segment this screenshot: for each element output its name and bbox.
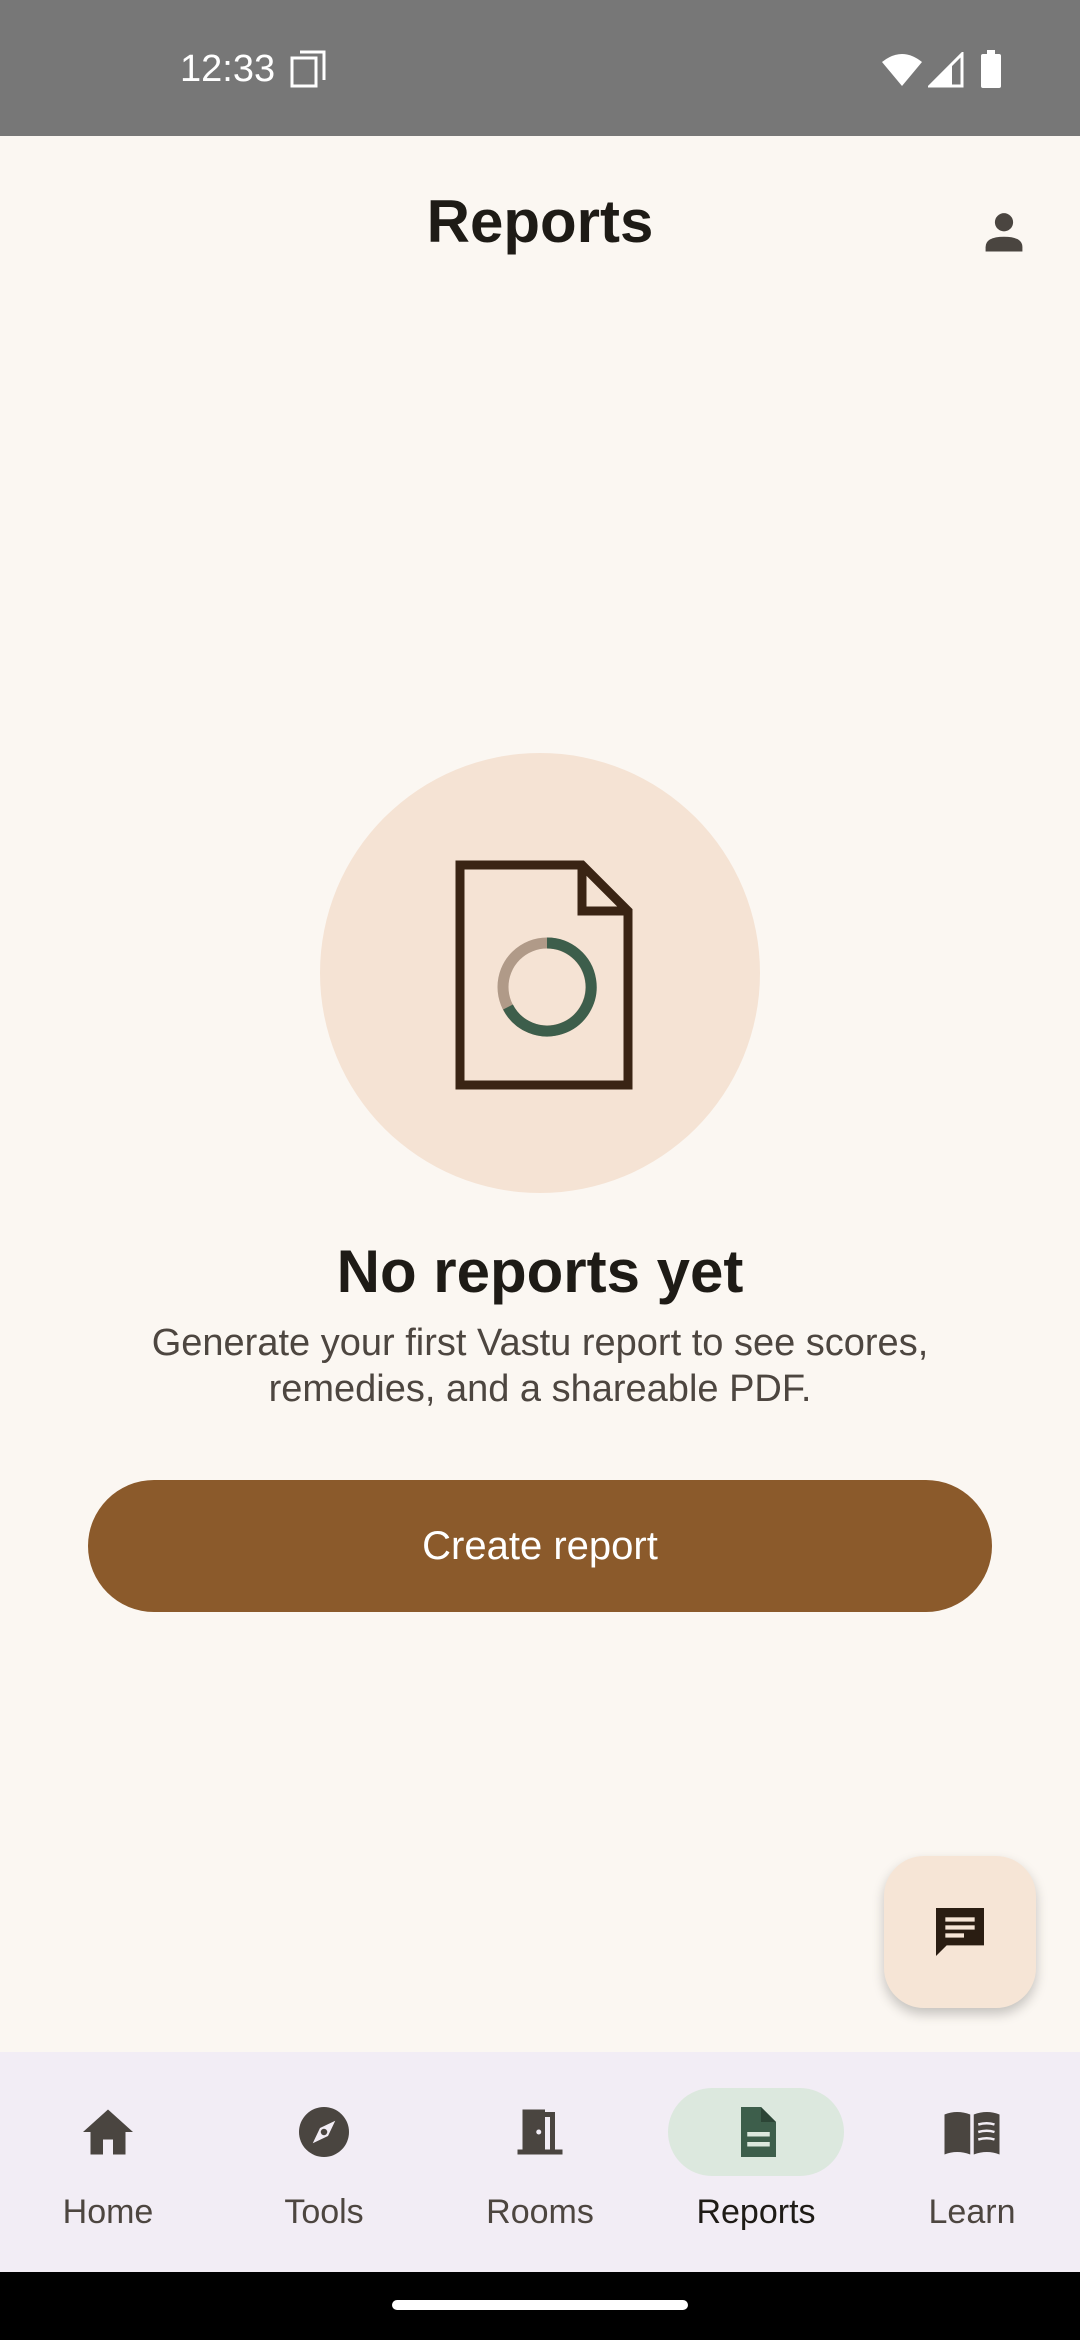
signal-icon bbox=[928, 52, 964, 88]
nav-item-reports[interactable]: Reports bbox=[648, 2052, 864, 2272]
nav-label: Learn bbox=[928, 2193, 1016, 2231]
nav-label: Rooms bbox=[486, 2193, 594, 2231]
nav-label: Home bbox=[62, 2193, 154, 2231]
bottom-navigation: Home Tools Rooms Reports Learn bbox=[0, 2052, 1080, 2272]
nav-item-rooms[interactable]: Rooms bbox=[432, 2052, 648, 2272]
reports-screen: 12:33 Reports No reports yet Generate yo… bbox=[0, 0, 1080, 2340]
book-icon bbox=[944, 2112, 1000, 2155]
status-time: 12:33 bbox=[180, 48, 276, 90]
nav-label: Reports bbox=[696, 2193, 816, 2231]
empty-state-illustration bbox=[320, 753, 760, 1193]
empty-state-title: No reports yet bbox=[336, 1238, 744, 1305]
document-donut-icon bbox=[455, 860, 633, 1090]
page-title: Reports bbox=[426, 188, 654, 255]
wifi-icon bbox=[882, 54, 922, 86]
profile-button[interactable] bbox=[966, 194, 1042, 270]
document-icon bbox=[741, 2107, 776, 2157]
create-report-button[interactable]: Create report bbox=[88, 1480, 992, 1612]
home-icon bbox=[83, 2109, 133, 2155]
top-app-bar: Reports bbox=[0, 136, 1080, 312]
gesture-handle[interactable] bbox=[392, 2300, 688, 2310]
chat-icon bbox=[936, 1908, 984, 1956]
status-bar: 12:33 bbox=[0, 0, 1080, 136]
empty-state-subtitle: Generate your first Vastu report to see … bbox=[151, 1322, 929, 1410]
door-icon bbox=[517, 2109, 563, 2155]
person-icon bbox=[985, 213, 1023, 252]
nav-item-home[interactable]: Home bbox=[0, 2052, 216, 2272]
battery-icon bbox=[981, 50, 1001, 88]
screenshot-icon bbox=[290, 50, 326, 88]
nav-label: Tools bbox=[284, 2193, 364, 2231]
nav-item-tools[interactable]: Tools bbox=[216, 2052, 432, 2272]
compass-icon bbox=[299, 2107, 349, 2157]
gesture-navigation-area bbox=[0, 2272, 1080, 2340]
nav-item-learn[interactable]: Learn bbox=[864, 2052, 1080, 2272]
chat-fab[interactable] bbox=[884, 1856, 1036, 2008]
